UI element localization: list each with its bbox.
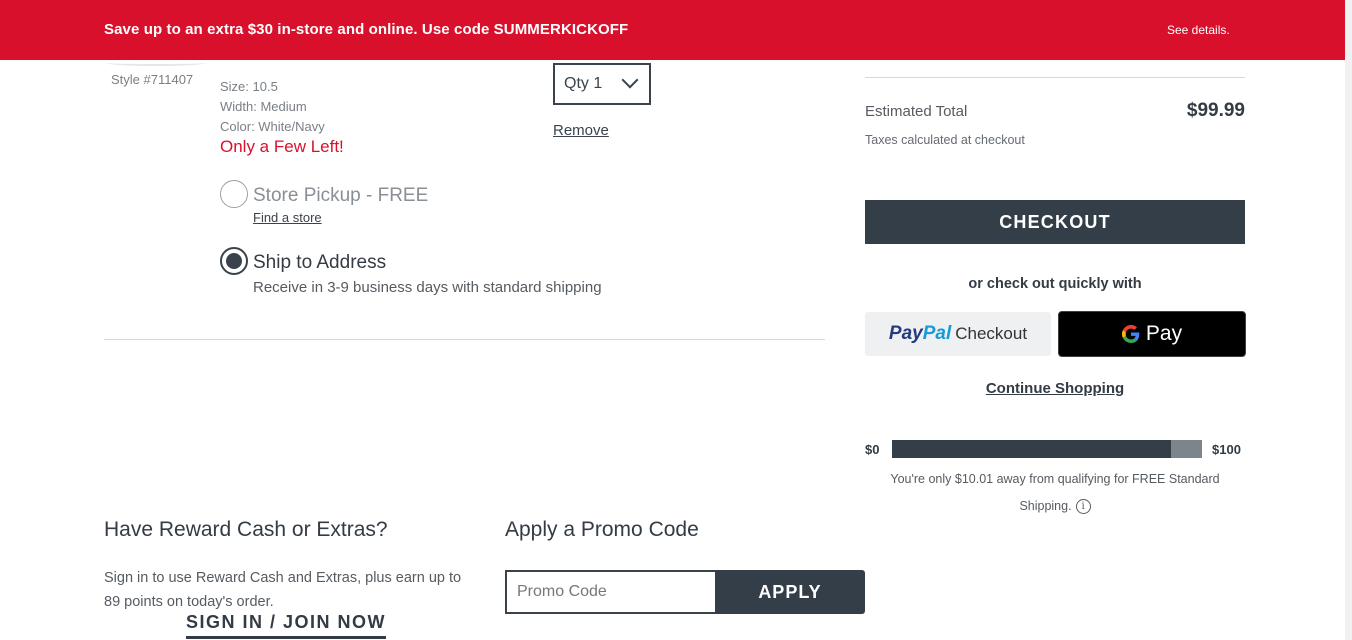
remove-item-link[interactable]: Remove [553, 122, 609, 139]
item-image [106, 60, 206, 66]
item-color: Color: White/Navy [220, 119, 325, 134]
paypal-logo-pay: Pay [888, 323, 923, 344]
progress-min-label: $0 [865, 442, 880, 457]
google-pay-button[interactable]: Pay [1058, 311, 1246, 357]
shipping-description: Receive in 3-9 business days with standa… [253, 279, 602, 296]
ship-to-address-label: Ship to Address [253, 252, 387, 273]
free-shipping-message: You're only $10.01 away from qualifying … [865, 466, 1245, 520]
promo-banner-text: Save up to an extra $30 in-store and onl… [104, 21, 629, 38]
summary-divider [865, 77, 1245, 78]
item-style-number: Style #711407 [111, 72, 194, 87]
page-scrollbar[interactable] [1345, 0, 1352, 640]
paypal-logo: Pay Pal Checkout [889, 323, 1027, 345]
sign-in-join-button[interactable]: SIGN IN / JOIN NOW [186, 612, 387, 639]
free-shipping-progress-bar [892, 440, 1202, 458]
item-size: Size: 10.5 [220, 79, 278, 94]
ship-to-address-radio[interactable] [220, 247, 248, 275]
find-store-link[interactable]: Find a store [253, 210, 322, 225]
info-icon[interactable]: i [1075, 499, 1091, 514]
paypal-checkout-text: Checkout [955, 324, 1028, 343]
quick-checkout-label: or check out quickly with [968, 276, 1142, 292]
google-g-icon [1121, 325, 1140, 343]
promo-banner: Save up to an extra $30 in-store and onl… [0, 0, 1345, 60]
estimated-total-value: $99.99 [1186, 100, 1245, 121]
see-details-link[interactable]: See details. [1167, 23, 1230, 37]
rewards-description: Sign in to use Reward Cash and Extras, p… [104, 570, 462, 610]
stock-status: Only a Few Left! [220, 137, 344, 156]
section-divider [104, 339, 825, 340]
chevron-down-icon [621, 71, 639, 89]
promo-code-input[interactable] [505, 570, 717, 614]
quantity-dropdown[interactable]: Qty 1 [553, 63, 651, 105]
rewards-title: Have Reward Cash or Extras? [104, 518, 388, 541]
progress-fill [892, 440, 1171, 458]
apply-promo-button[interactable]: APPLY [715, 570, 865, 614]
continue-shopping-link[interactable]: Continue Shopping [865, 380, 1245, 397]
free-shipping-message-text: You're only $10.01 away from qualifying … [890, 472, 1220, 513]
estimated-total-label: Estimated Total [865, 103, 968, 120]
google-pay-text: Pay [1145, 322, 1183, 345]
store-pickup-radio[interactable] [220, 180, 248, 208]
promo-code-title: Apply a Promo Code [505, 518, 699, 541]
progress-max-label: $100 [1212, 442, 1241, 457]
item-width: Width: Medium [220, 99, 307, 114]
paypal-checkout-button[interactable]: Pay Pal Checkout [865, 312, 1051, 356]
quantity-value: Qty 1 [564, 75, 603, 92]
tax-note: Taxes calculated at checkout [865, 133, 1025, 147]
checkout-button[interactable]: CHECKOUT [865, 200, 1245, 244]
store-pickup-label: Store Pickup - FREE [253, 185, 429, 206]
paypal-logo-pal: Pal [922, 323, 952, 344]
